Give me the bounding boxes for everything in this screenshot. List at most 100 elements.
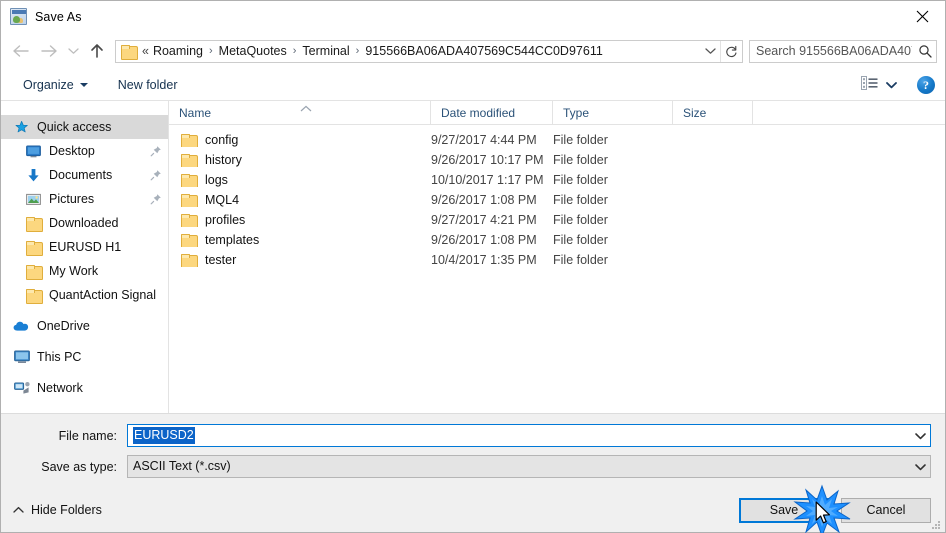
breadcrumb-separator: › <box>208 44 213 57</box>
file-type-cell: File folder <box>553 253 608 267</box>
folder-icon <box>181 213 198 227</box>
file-date-cell: 10/4/2017 1:35 PM <box>431 253 537 267</box>
file-type-cell: File folder <box>553 153 608 167</box>
search-box[interactable] <box>749 39 937 63</box>
refresh-icon[interactable] <box>720 40 742 62</box>
folder-icon <box>25 263 43 280</box>
pin-icon[interactable] <box>150 193 162 205</box>
cancel-button[interactable]: Cancel <box>841 497 931 523</box>
file-date-cell: 9/26/2017 10:17 PM <box>431 153 544 167</box>
file-type-cell: File folder <box>553 193 608 207</box>
save-button[interactable]: Save <box>739 497 829 523</box>
view-chevron-down-icon[interactable] <box>886 76 897 94</box>
sidebar-item-eurusd-h1[interactable]: EURUSD H1 <box>1 235 168 259</box>
file-name-cell: config <box>169 133 431 147</box>
folder-icon <box>181 233 198 247</box>
file-name-label: tester <box>205 253 237 267</box>
pin-icon[interactable] <box>150 145 162 157</box>
search-icon[interactable] <box>914 41 936 62</box>
organize-label: Organize <box>23 78 74 92</box>
breadcrumb-item-metaquotes[interactable]: MetaQuotes <box>217 44 289 58</box>
file-name-cell: profiles <box>169 213 431 227</box>
sidebar-item-label: My Work <box>49 264 99 278</box>
breadcrumb-item-current-folder[interactable]: 915566BA06ADA407569C544CC0D97611 <box>363 44 604 58</box>
sidebar-item-onedrive[interactable]: OneDrive <box>1 314 168 338</box>
folder-icon <box>181 253 198 267</box>
breadcrumb-item-roaming[interactable]: Roaming <box>151 44 205 58</box>
organize-button[interactable]: Organize <box>17 75 94 95</box>
sidebar-item-network[interactable]: Network <box>1 376 168 400</box>
dialog-footer: Hide Folders Save Cancel <box>1 488 945 532</box>
sidebar-item-my-work[interactable]: My Work <box>1 259 168 283</box>
file-name-combo[interactable]: EURUSD2 <box>127 424 931 447</box>
breadcrumb-separator: › <box>355 44 360 57</box>
file-name-cell: tester <box>169 253 431 267</box>
save-as-type-chevron-down-icon[interactable] <box>910 456 930 477</box>
table-row[interactable]: MQL4 9/26/2017 1:08 PM File folder <box>169 190 945 210</box>
table-row[interactable]: config 9/27/2017 4:44 PM File folder <box>169 130 945 150</box>
file-name-label: config <box>205 133 239 147</box>
resize-grip-icon[interactable] <box>930 518 942 530</box>
file-type-cell: File folder <box>553 173 608 187</box>
sidebar-item-label: This PC <box>37 350 82 364</box>
table-row[interactable]: tester 10/4/2017 1:35 PM File folder <box>169 250 945 270</box>
this-pc-icon <box>13 349 30 365</box>
forward-icon[interactable] <box>35 38 63 64</box>
folder-icon <box>181 153 198 167</box>
file-name-chevron-down-icon[interactable] <box>910 425 930 446</box>
back-icon[interactable] <box>7 38 35 64</box>
sidebar-item-quantaction-signal[interactable]: QuantAction Signal <box>1 283 168 307</box>
footer-buttons: Save Cancel <box>739 497 931 523</box>
save-as-type-value: ASCII Text (*.csv) <box>133 459 231 473</box>
caret-down-icon <box>79 83 88 87</box>
column-header-date-modified[interactable]: Date modified <box>431 101 553 124</box>
folder-icon <box>181 133 198 147</box>
navigation-sidebar: Quick access Desktop Documents Pictures … <box>1 101 169 413</box>
file-type-cell: File folder <box>553 133 608 147</box>
table-row[interactable]: logs 10/10/2017 1:17 PM File folder <box>169 170 945 190</box>
sidebar-item-desktop[interactable]: Desktop <box>1 139 168 163</box>
table-row[interactable]: profiles 9/27/2017 4:21 PM File folder <box>169 210 945 230</box>
file-name-input[interactable]: EURUSD2 <box>128 425 910 446</box>
recent-locations-chevron-down-icon[interactable] <box>63 38 83 64</box>
file-name-cell: history <box>169 153 431 167</box>
search-input[interactable] <box>750 44 914 58</box>
column-header-type[interactable]: Type <box>553 101 673 124</box>
sidebar-item-label: EURUSD H1 <box>49 240 122 254</box>
new-folder-label: New folder <box>117 78 178 92</box>
close-icon[interactable] <box>899 1 945 32</box>
sidebar-item-quick-access[interactable]: Quick access <box>1 115 168 139</box>
file-name-label: File name: <box>58 428 117 443</box>
pictures-icon <box>25 191 42 207</box>
address-folder-icon <box>121 44 138 60</box>
help-icon[interactable]: ? <box>917 76 935 94</box>
window-title: Save As <box>35 9 82 24</box>
address-bar[interactable]: « › Roaming › MetaQuotes › Terminal › 91… <box>115 39 743 63</box>
file-name-label: logs <box>205 173 228 187</box>
hide-folders-button[interactable]: Hide Folders <box>13 503 102 517</box>
breadcrumb-item-terminal[interactable]: Terminal <box>300 44 351 58</box>
pin-icon[interactable] <box>150 169 162 181</box>
address-chevron-down-icon[interactable] <box>700 41 720 62</box>
save-as-type-combo[interactable]: ASCII Text (*.csv) <box>127 455 931 478</box>
column-header-size[interactable]: Size <box>673 101 753 124</box>
table-row[interactable]: history 9/26/2017 10:17 PM File folder <box>169 150 945 170</box>
new-folder-button[interactable]: New folder <box>112 75 184 95</box>
onedrive-icon <box>13 318 30 334</box>
sidebar-item-this-pc[interactable]: This PC <box>1 345 168 369</box>
table-row[interactable]: templates 9/26/2017 1:08 PM File folder <box>169 230 945 250</box>
sidebar-item-pictures[interactable]: Pictures <box>1 187 168 211</box>
sort-ascending-icon <box>299 100 313 112</box>
sidebar-item-downloaded[interactable]: Downloaded <box>1 211 168 235</box>
view-options-button[interactable] <box>857 74 901 97</box>
sidebar-item-documents[interactable]: Documents <box>1 163 168 187</box>
chevron-up-icon <box>13 503 24 517</box>
sidebar-item-label: Documents <box>49 168 113 182</box>
breadcrumb-overflow[interactable]: « <box>142 44 151 58</box>
sidebar-item-label: Downloaded <box>49 216 119 230</box>
file-date-cell: 9/26/2017 1:08 PM <box>431 193 537 207</box>
documents-icon <box>25 167 42 183</box>
file-name-cell: MQL4 <box>169 193 431 207</box>
folder-icon <box>181 193 198 207</box>
up-icon[interactable] <box>83 38 111 64</box>
